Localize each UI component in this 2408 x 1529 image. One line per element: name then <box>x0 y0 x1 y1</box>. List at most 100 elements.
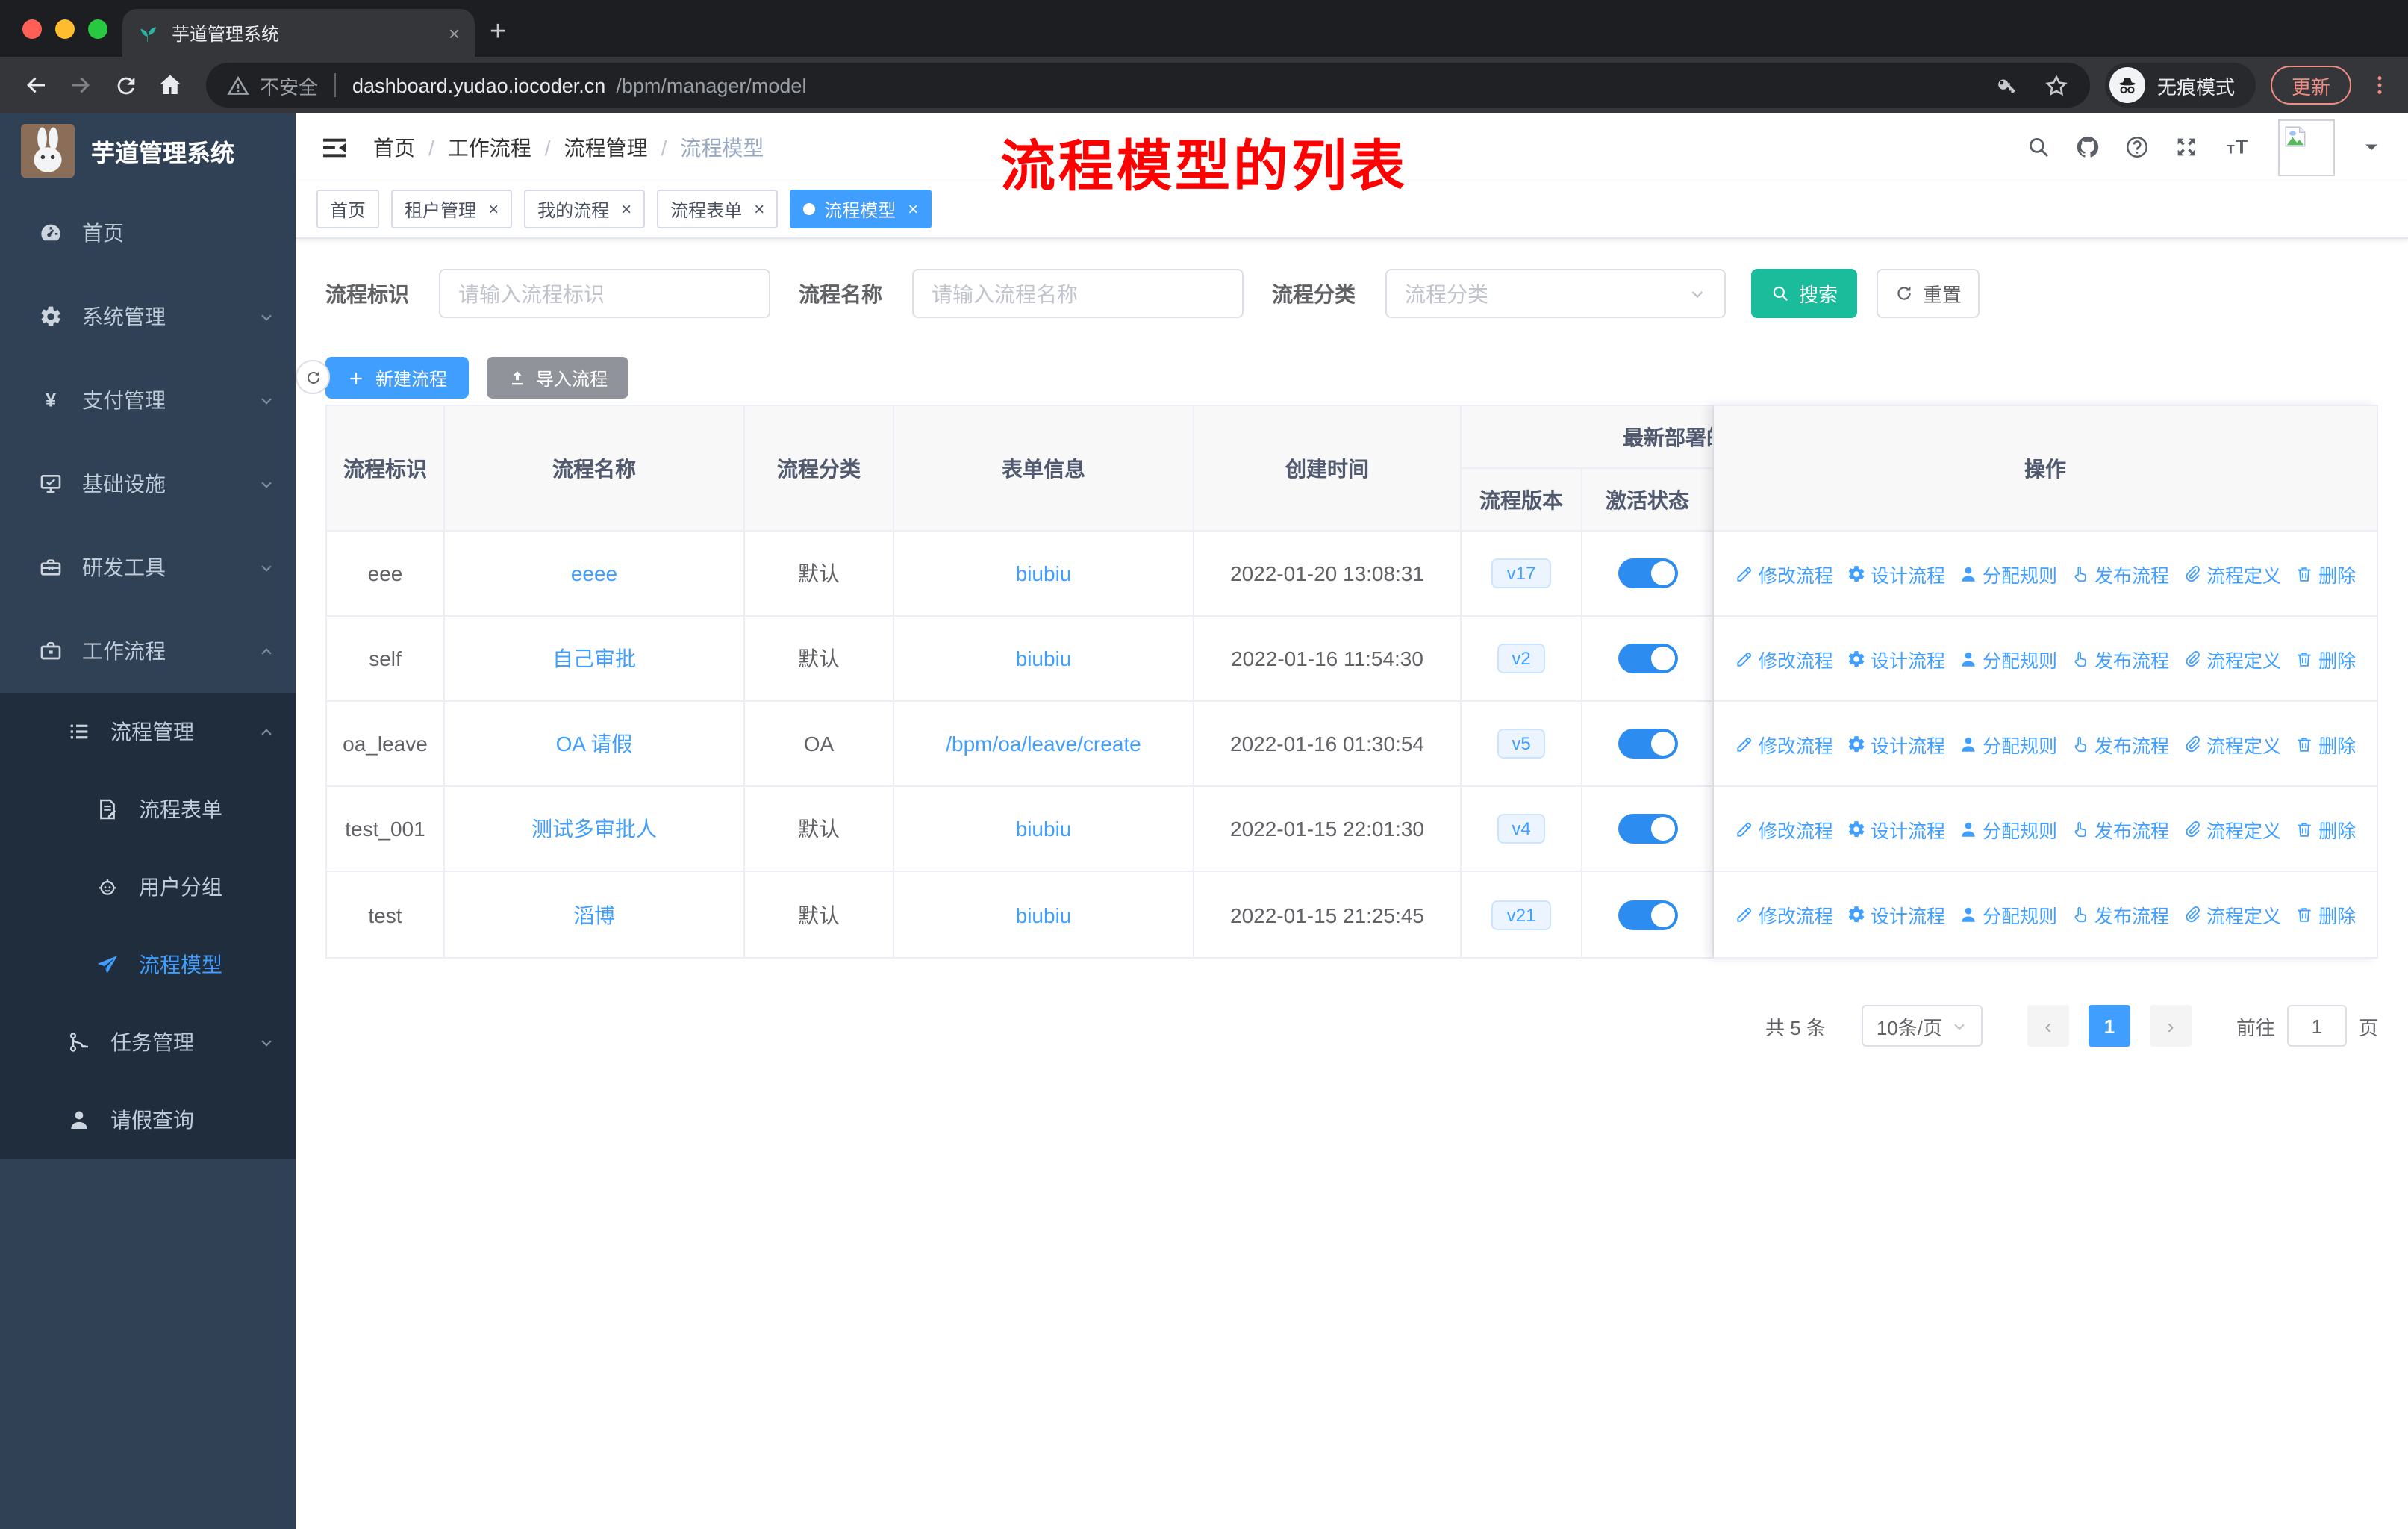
action-deploy-flow[interactable]: 发布流程 <box>2071 559 2169 588</box>
model-name-link[interactable]: eeee <box>571 561 617 585</box>
model-name-link[interactable]: 滔博 <box>573 900 615 929</box>
process-key-input[interactable] <box>439 269 770 318</box>
font-size-icon[interactable] <box>2223 134 2254 160</box>
sidebar-item-dev-tools[interactable]: 研发工具 <box>0 526 296 609</box>
help-icon[interactable] <box>2124 134 2150 160</box>
process-name-input[interactable] <box>912 269 1244 318</box>
action-modify-flow[interactable]: 修改流程 <box>1735 644 1833 673</box>
sidebar-item-workflow[interactable]: 工作流程 <box>0 609 296 693</box>
action-delete[interactable]: 删除 <box>2295 815 2356 843</box>
close-icon[interactable]: × <box>621 200 631 218</box>
breadcrumb-home[interactable]: 首页 <box>373 132 415 162</box>
tag-流程模型[interactable]: 流程模型 × <box>790 190 932 228</box>
action-design-flow[interactable]: 设计流程 <box>1847 729 1945 758</box>
sidebar-item-leave-query[interactable]: 请假查询 <box>0 1081 296 1159</box>
sidebar-item-system-management[interactable]: 系统管理 <box>0 275 296 358</box>
sidebar-item-payment-management[interactable]: 支付管理 <box>0 358 296 442</box>
refresh-table-button[interactable] <box>296 360 330 394</box>
action-flow-definition[interactable]: 流程定义 <box>2183 900 2281 929</box>
form-link[interactable]: biubiu <box>1016 903 1072 927</box>
browser-tab[interactable]: 芋道管理系统 × <box>122 9 475 57</box>
action-deploy-flow[interactable]: 发布流程 <box>2071 644 2169 673</box>
active-toggle[interactable] <box>1618 729 1677 759</box>
form-link[interactable]: biubiu <box>1016 817 1072 841</box>
prev-page-button[interactable]: ‹ <box>2027 1005 2069 1047</box>
action-design-flow[interactable]: 设计流程 <box>1847 559 1945 588</box>
active-toggle[interactable] <box>1618 558 1677 588</box>
tag-流程表单[interactable]: 流程表单 × <box>657 190 779 228</box>
create-process-button[interactable]: 新建流程 <box>325 357 469 399</box>
close-icon[interactable]: × <box>754 200 764 218</box>
sidebar-item-process-management[interactable]: 流程管理 <box>0 693 296 770</box>
action-modify-flow[interactable]: 修改流程 <box>1735 729 1833 758</box>
github-icon[interactable] <box>2075 134 2100 160</box>
action-delete[interactable]: 删除 <box>2295 900 2356 929</box>
model-name-link[interactable]: OA 请假 <box>556 729 633 759</box>
breadcrumb-workflow[interactable]: 工作流程 <box>448 132 531 162</box>
form-link[interactable]: /bpm/oa/leave/create <box>946 732 1141 756</box>
action-modify-flow[interactable]: 修改流程 <box>1735 559 1833 588</box>
close-icon[interactable]: × <box>908 200 918 218</box>
forward-button[interactable] <box>60 64 102 106</box>
action-deploy-flow[interactable]: 发布流程 <box>2071 900 2169 929</box>
action-delete[interactable]: 删除 <box>2295 644 2356 673</box>
tag-首页[interactable]: 首页 <box>316 190 380 228</box>
tag-租户管理[interactable]: 租户管理 × <box>391 190 513 228</box>
action-design-flow[interactable]: 设计流程 <box>1847 815 1945 843</box>
reset-button[interactable]: 重置 <box>1877 269 1980 318</box>
search-button[interactable]: 搜索 <box>1751 269 1857 318</box>
breadcrumb-process-management[interactable]: 流程管理 <box>564 132 648 162</box>
sidebar-item-home[interactable]: 首页 <box>0 191 296 275</box>
address-bar[interactable]: 不安全 dashboard.yudao.iocoder.cn/bpm/manag… <box>206 63 2090 108</box>
maximize-window-button[interactable] <box>88 19 107 39</box>
active-toggle[interactable] <box>1618 900 1677 929</box>
active-toggle[interactable] <box>1618 644 1677 673</box>
close-window-button[interactable] <box>22 19 42 39</box>
action-flow-definition[interactable]: 流程定义 <box>2183 559 2281 588</box>
back-button[interactable] <box>15 64 57 106</box>
user-avatar[interactable] <box>2278 119 2335 175</box>
sidebar-item-process-form[interactable]: 流程表单 <box>0 770 296 848</box>
action-deploy-flow[interactable]: 发布流程 <box>2071 815 2169 843</box>
fullscreen-icon[interactable] <box>2174 134 2199 160</box>
action-modify-flow[interactable]: 修改流程 <box>1735 900 1833 929</box>
goto-page-input[interactable] <box>2286 1005 2347 1047</box>
next-page-button[interactable]: › <box>2149 1005 2192 1047</box>
sidebar-item-task-management[interactable]: 任务管理 <box>0 1003 296 1081</box>
sidebar-item-user-group[interactable]: 用户分组 <box>0 848 296 926</box>
search-icon[interactable] <box>2026 134 2051 160</box>
action-design-flow[interactable]: 设计流程 <box>1847 900 1945 929</box>
action-flow-definition[interactable]: 流程定义 <box>2183 644 2281 673</box>
active-toggle[interactable] <box>1618 814 1677 844</box>
current-page-button[interactable]: 1 <box>2088 1005 2130 1047</box>
action-assign-rule[interactable]: 分配规则 <box>1959 900 2057 929</box>
bookmark-star-icon[interactable] <box>2044 72 2069 98</box>
browser-menu-icon[interactable] <box>2366 67 2393 103</box>
action-modify-flow[interactable]: 修改流程 <box>1735 815 1833 843</box>
action-assign-rule[interactable]: 分配规则 <box>1959 729 2057 758</box>
home-button[interactable] <box>149 64 191 106</box>
page-size-select[interactable]: 10条/页 <box>1861 1005 1983 1047</box>
action-delete[interactable]: 删除 <box>2295 729 2356 758</box>
close-tab-icon[interactable]: × <box>449 22 460 44</box>
action-assign-rule[interactable]: 分配规则 <box>1959 559 2057 588</box>
model-name-link[interactable]: 测试多审批人 <box>531 814 657 844</box>
action-delete[interactable]: 删除 <box>2295 559 2356 588</box>
form-link[interactable]: biubiu <box>1016 561 1072 585</box>
action-flow-definition[interactable]: 流程定义 <box>2183 815 2281 843</box>
model-name-link[interactable]: 自己审批 <box>552 644 636 673</box>
tag-我的流程[interactable]: 我的流程 × <box>524 190 646 228</box>
form-link[interactable]: biubiu <box>1016 647 1072 670</box>
sidebar-item-process-model[interactable]: 流程模型 <box>0 926 296 1003</box>
password-key-icon[interactable] <box>1994 73 2018 97</box>
close-icon[interactable]: × <box>488 200 499 218</box>
action-assign-rule[interactable]: 分配规则 <box>1959 644 2057 673</box>
reload-button[interactable] <box>105 64 146 106</box>
update-button[interactable]: 更新 <box>2270 66 2351 105</box>
import-process-button[interactable]: 导入流程 <box>487 357 628 399</box>
category-select[interactable]: 流程分类 <box>1385 269 1726 318</box>
action-design-flow[interactable]: 设计流程 <box>1847 644 1945 673</box>
minimize-window-button[interactable] <box>55 19 75 39</box>
action-deploy-flow[interactable]: 发布流程 <box>2071 729 2169 758</box>
collapse-sidebar-icon[interactable] <box>319 132 349 162</box>
